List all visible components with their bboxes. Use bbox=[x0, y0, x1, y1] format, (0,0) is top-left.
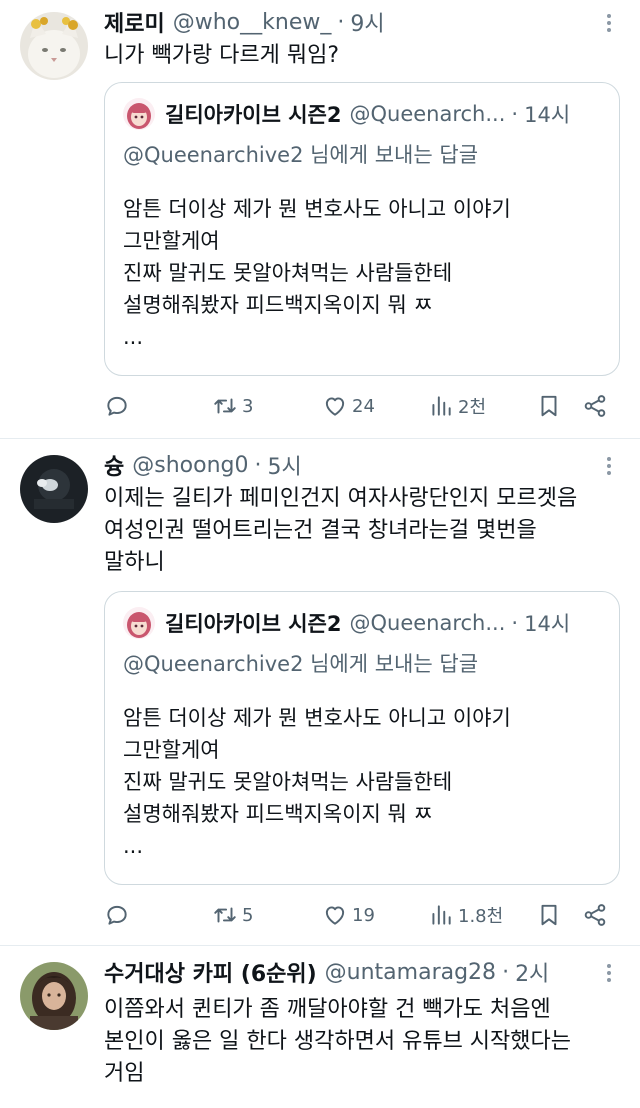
more-icon[interactable] bbox=[598, 962, 620, 984]
tweet-text-line: 거임 bbox=[104, 1061, 145, 1086]
tweet-text-line: 여성인권 떨어트리는건 결국 창녀라는걸 몇번을 bbox=[104, 518, 537, 543]
reply-button[interactable] bbox=[104, 899, 130, 931]
quoted-tweet[interactable]: 길티아카이브 시즌2 @Queenarch... · 14시 @Queenarc… bbox=[104, 82, 620, 376]
tweet-text-line: 이쯤와서 퀸티가 좀 깨달아야할 건 빽가도 처음엔 bbox=[104, 997, 551, 1022]
tweet-1[interactable]: 제로미 @who__knew_ · 9시 니가 빽가랑 다르게 뭐임? 길티아카… bbox=[0, 0, 640, 438]
quoted-text-line: 설명해줘봤자 피드백지옥이지 뭐 ㅉ bbox=[123, 802, 433, 826]
reply-button[interactable] bbox=[104, 390, 130, 422]
views-icon bbox=[432, 396, 451, 416]
cat-avatar-image bbox=[20, 12, 88, 80]
views-button[interactable]: 1.8천 bbox=[428, 899, 503, 931]
quoted-text-line: 그만할게여 bbox=[123, 738, 220, 762]
quoted-text-line: 암튼 더이상 제가 뭔 변호사도 아니고 이야기 bbox=[123, 197, 511, 221]
like-button[interactable]: 24 bbox=[322, 390, 375, 422]
separator-dot: · bbox=[502, 959, 510, 985]
quoted-avatar bbox=[123, 98, 155, 130]
share-icon bbox=[584, 395, 606, 417]
quoted-timestamp: 14시 bbox=[524, 612, 571, 636]
bookmark-icon bbox=[541, 904, 557, 926]
views-icon bbox=[432, 905, 451, 925]
tweet-text-line: 말하니 bbox=[104, 550, 165, 575]
tweet-2[interactable]: 슝 @shoong0 · 5시 이제는 길티가 페미인건지 여자사랑단인지 모르… bbox=[0, 439, 640, 945]
like-icon bbox=[325, 397, 345, 416]
quoted-text: 암튼 더이상 제가 뭔 변호사도 아니고 이야기 그만할게여 진짜 말귀도 못알… bbox=[123, 702, 603, 862]
quoted-text-line: 그만할게여 bbox=[123, 229, 220, 253]
quoted-text: 암튼 더이상 제가 뭔 변호사도 아니고 이야기 그만할게여 진짜 말귀도 못알… bbox=[123, 193, 603, 353]
share-button[interactable] bbox=[582, 390, 608, 422]
author-handle[interactable]: @who__knew_ bbox=[173, 10, 332, 35]
anime-girl-avatar-image bbox=[123, 607, 155, 639]
view-count: 1.8천 bbox=[458, 906, 504, 927]
separator-dot: · bbox=[254, 452, 262, 478]
bookmark-button[interactable] bbox=[536, 390, 562, 422]
like-count: 24 bbox=[352, 395, 375, 417]
tweet-text-line: 본인이 옳은 일 한다 생각하면서 유튜브 시작했다는 bbox=[104, 1029, 572, 1054]
action-bar: 3 24 2천 bbox=[104, 390, 620, 422]
avatar[interactable] bbox=[20, 962, 88, 1030]
author-name[interactable]: 슝 bbox=[104, 449, 124, 481]
view-count: 2천 bbox=[458, 397, 487, 418]
author-name[interactable]: 수거대상 카피 (6순위) bbox=[104, 956, 317, 988]
tweet-text: 이쯤와서 퀸티가 좀 깨달아야할 건 빽가도 처음엔 본인이 옳은 일 한다 생… bbox=[104, 994, 624, 1090]
repost-count: 5 bbox=[242, 904, 254, 926]
separator-dot: · bbox=[511, 102, 519, 126]
quoted-text-line: ... bbox=[123, 834, 144, 858]
author-handle[interactable]: @untamarag28 bbox=[325, 960, 496, 985]
quoted-text-line: 진짜 말귀도 못알아쳐먹는 사람들한테 bbox=[123, 770, 453, 794]
tweet-text: 니가 빽가랑 다르게 뭐임? bbox=[104, 40, 624, 72]
avatar[interactable] bbox=[20, 455, 88, 523]
quoted-author-name: 길티아카이브 시즌2 bbox=[165, 612, 342, 636]
share-button[interactable] bbox=[582, 899, 608, 931]
quoted-header: 길티아카이브 시즌2 @Queenarch... · 14시 bbox=[123, 97, 570, 131]
quoted-timestamp: 14시 bbox=[524, 103, 571, 127]
quoted-text-line: 설명해줘봤자 피드백지옥이지 뭐 ㅉ bbox=[123, 293, 433, 317]
repost-icon bbox=[214, 907, 236, 923]
reply-icon bbox=[107, 396, 127, 416]
quoted-avatar bbox=[123, 607, 155, 639]
reply-icon bbox=[107, 905, 127, 925]
repost-icon bbox=[214, 398, 236, 414]
timestamp[interactable]: 9시 bbox=[350, 6, 384, 38]
tweet-text-line: 니가 빽가랑 다르게 뭐임? bbox=[104, 43, 340, 68]
author-name[interactable]: 제로미 bbox=[104, 6, 165, 38]
author-handle[interactable]: @shoong0 bbox=[132, 453, 248, 478]
quoted-text-line: 진짜 말귀도 못알아쳐먹는 사람들한테 bbox=[123, 261, 453, 285]
action-bar: 5 19 1.8천 bbox=[104, 899, 620, 931]
replying-to: @Queenarchive2 님에게 보내는 답글 bbox=[123, 143, 479, 167]
like-count: 19 bbox=[352, 904, 375, 926]
anime-girl-avatar-image bbox=[123, 98, 155, 130]
avatar[interactable] bbox=[20, 12, 88, 80]
quoted-author-name: 길티아카이브 시즌2 bbox=[165, 103, 342, 127]
tweet-header: 제로미 @who__knew_ · 9시 bbox=[104, 6, 385, 38]
bookmark-icon bbox=[541, 395, 557, 417]
dark-landscape-avatar-image bbox=[20, 455, 88, 523]
tweet-header: 수거대상 카피 (6순위) @untamarag28 · 2시 bbox=[104, 956, 549, 988]
character-avatar-image bbox=[20, 962, 88, 1030]
like-icon bbox=[325, 906, 345, 925]
bookmark-button[interactable] bbox=[536, 899, 562, 931]
quoted-text-line: ... bbox=[123, 325, 144, 349]
more-icon[interactable] bbox=[598, 12, 620, 34]
tweet-text: 이제는 길티가 페미인건지 여자사랑단인지 모르겟음 여성인권 떨어트리는건 결… bbox=[104, 483, 624, 579]
timestamp[interactable]: 5시 bbox=[267, 449, 301, 481]
quoted-text-line: 암튼 더이상 제가 뭔 변호사도 아니고 이야기 bbox=[123, 706, 511, 730]
views-button[interactable]: 2천 bbox=[428, 390, 486, 422]
quoted-author-handle: @Queenarch... bbox=[349, 611, 506, 635]
separator-dot: · bbox=[337, 9, 345, 35]
separator-dot: · bbox=[511, 611, 519, 635]
share-icon bbox=[584, 904, 606, 926]
like-button[interactable]: 19 bbox=[322, 899, 375, 931]
repost-button[interactable]: 5 bbox=[212, 899, 253, 931]
replying-to: @Queenarchive2 님에게 보내는 답글 bbox=[123, 652, 479, 676]
tweet-3[interactable]: 수거대상 카피 (6순위) @untamarag28 · 2시 이쯤와서 퀸티가… bbox=[0, 946, 640, 1108]
timestamp[interactable]: 2시 bbox=[515, 956, 549, 988]
quoted-author-handle: @Queenarch... bbox=[349, 102, 506, 126]
repost-count: 3 bbox=[242, 395, 254, 417]
quoted-header: 길티아카이브 시즌2 @Queenarch... · 14시 bbox=[123, 606, 570, 640]
more-icon[interactable] bbox=[598, 455, 620, 477]
repost-button[interactable]: 3 bbox=[212, 390, 253, 422]
quoted-tweet[interactable]: 길티아카이브 시즌2 @Queenarch... · 14시 @Queenarc… bbox=[104, 591, 620, 885]
tweet-text-line: 이제는 길티가 페미인건지 여자사랑단인지 모르겟음 bbox=[104, 486, 578, 511]
tweet-header: 슝 @shoong0 · 5시 bbox=[104, 449, 302, 481]
